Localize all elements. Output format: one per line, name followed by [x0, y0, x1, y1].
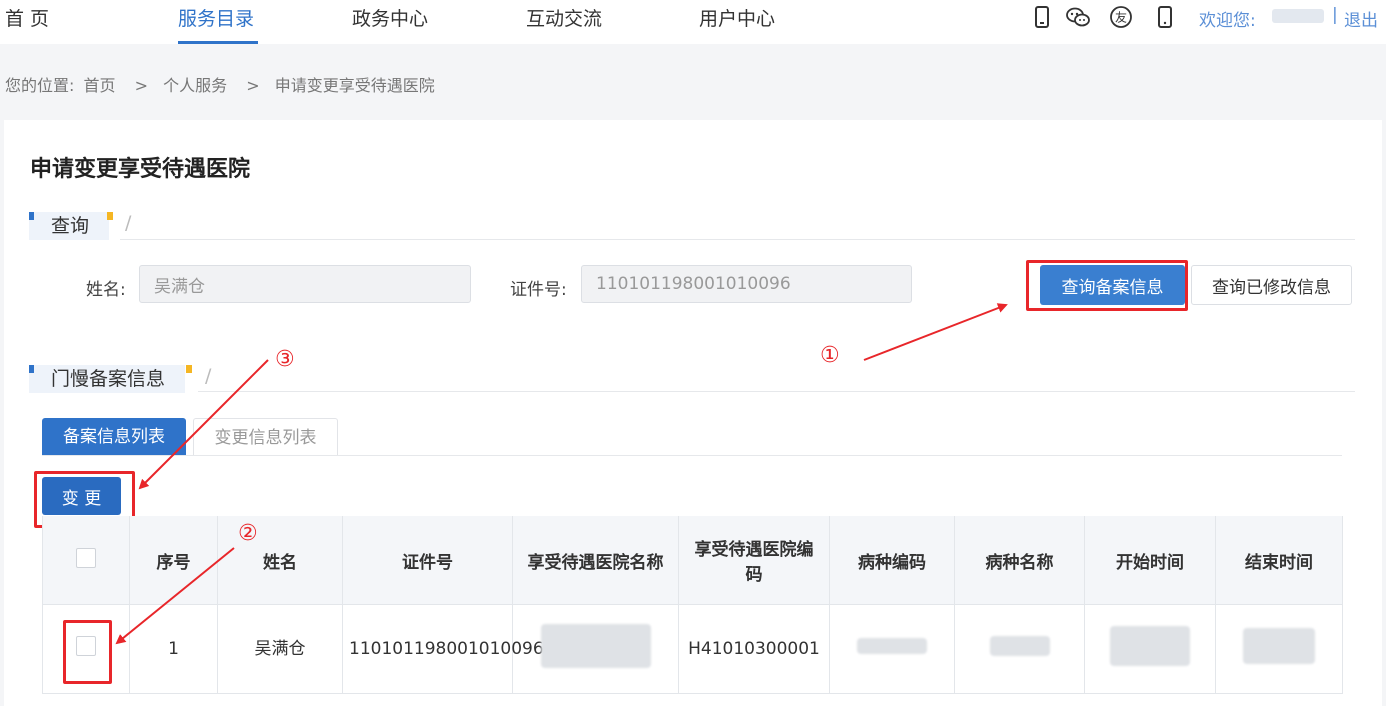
arrow-to-row-checkbox: [115, 547, 235, 645]
annotation-arrows: [115, 303, 1008, 645]
arrow-to-query-button: [863, 303, 1008, 361]
arrow-to-change-button: [138, 359, 269, 490]
